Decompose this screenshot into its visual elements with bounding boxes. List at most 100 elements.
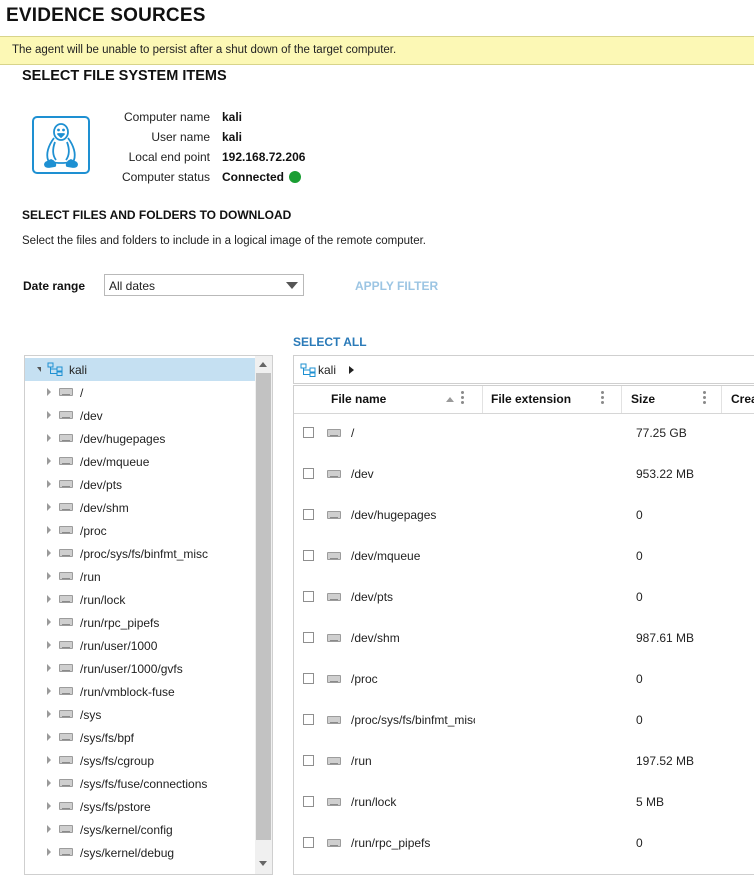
file-list-header: File name File extension Size Crea <box>294 386 754 414</box>
table-row[interactable]: /dev/hugepages 0 <box>294 495 754 536</box>
row-checkbox[interactable] <box>303 468 314 479</box>
computer-name-label: Computer name <box>123 110 210 124</box>
scroll-up-icon[interactable] <box>259 362 267 367</box>
expand-arrow-icon[interactable] <box>47 572 51 580</box>
tree-item[interactable]: /sys/fs/cgroup <box>25 749 255 772</box>
scroll-down-icon[interactable] <box>259 861 267 866</box>
column-divider <box>621 386 622 413</box>
expand-arrow-icon[interactable] <box>47 434 51 442</box>
row-checkbox[interactable] <box>303 550 314 561</box>
expand-arrow-icon[interactable] <box>47 388 51 396</box>
expand-arrow-icon[interactable] <box>47 687 51 695</box>
column-divider <box>482 386 483 413</box>
table-row[interactable]: /dev/mqueue 0 <box>294 536 754 577</box>
tree-item[interactable]: /run/user/1000 <box>25 634 255 657</box>
expand-arrow-icon[interactable] <box>47 664 51 672</box>
tree-item[interactable]: /dev/shm <box>25 496 255 519</box>
tree-item[interactable]: /proc <box>25 519 255 542</box>
chevron-down-icon <box>286 282 298 289</box>
table-row[interactable]: / 77.25 GB <box>294 413 754 454</box>
tree-item[interactable]: /run/user/1000/gvfs <box>25 657 255 680</box>
expand-arrow-icon[interactable] <box>47 641 51 649</box>
column-menu-icon[interactable] <box>461 391 464 407</box>
tree-root-label: kali <box>69 363 88 377</box>
expand-arrow-icon[interactable] <box>47 595 51 603</box>
expand-arrow-icon[interactable] <box>47 756 51 764</box>
tree-scrollbar[interactable] <box>255 356 272 874</box>
expand-arrow-icon[interactable] <box>37 367 41 372</box>
table-row[interactable]: /dev/pts 0 <box>294 577 754 618</box>
expand-arrow-icon[interactable] <box>47 549 51 557</box>
expand-arrow-icon[interactable] <box>47 802 51 810</box>
row-checkbox[interactable] <box>303 673 314 684</box>
tree-item-label: /run/vmblock-fuse <box>80 685 175 699</box>
row-checkbox[interactable] <box>303 427 314 438</box>
tree-item[interactable]: /proc/sys/fs/binfmt_misc <box>25 542 255 565</box>
table-row[interactable]: /proc 0 <box>294 659 754 700</box>
computer-status: Connected <box>222 170 302 184</box>
table-row[interactable]: /run/rpc_pipefs 0 <box>294 823 754 864</box>
file-size-cell: 0 <box>636 549 643 563</box>
table-row[interactable]: /proc/sys/fs/binfmt_misc 0 <box>294 700 754 741</box>
table-row[interactable]: /dev/shm 987.61 MB <box>294 618 754 659</box>
column-file-name[interactable]: File name <box>331 392 386 406</box>
column-menu-icon[interactable] <box>601 391 604 407</box>
row-checkbox[interactable] <box>303 632 314 643</box>
expand-arrow-icon[interactable] <box>47 733 51 741</box>
tree-item[interactable]: /sys <box>25 703 255 726</box>
network-tree-icon <box>47 362 63 376</box>
tree-item[interactable]: /run/lock <box>25 588 255 611</box>
column-size[interactable]: Size <box>631 392 655 406</box>
row-checkbox[interactable] <box>303 714 314 725</box>
expand-arrow-icon[interactable] <box>47 480 51 488</box>
tree-item[interactable]: /dev/pts <box>25 473 255 496</box>
row-checkbox[interactable] <box>303 796 314 807</box>
drive-icon <box>59 825 73 833</box>
tree-item[interactable]: /sys/fs/bpf <box>25 726 255 749</box>
tree-item[interactable]: /sys/fs/pstore <box>25 795 255 818</box>
select-all-link[interactable]: SELECT ALL <box>293 335 367 349</box>
drive-icon <box>59 733 73 741</box>
tree-item-label: /sys/fs/pstore <box>80 800 151 814</box>
table-row[interactable]: /run 197.52 MB <box>294 741 754 782</box>
tree-item[interactable]: /run <box>25 565 255 588</box>
column-menu-icon[interactable] <box>703 391 706 407</box>
tree-item-label: /run/lock <box>80 593 126 607</box>
table-row[interactable]: /run/lock 5 MB <box>294 782 754 823</box>
expand-arrow-icon[interactable] <box>47 779 51 787</box>
row-checkbox[interactable] <box>303 837 314 848</box>
file-size-cell: 197.52 MB <box>636 754 695 768</box>
column-created[interactable]: Crea <box>731 392 754 406</box>
tree-item[interactable]: /run/rpc_pipefs <box>25 611 255 634</box>
chevron-right-icon[interactable] <box>349 366 354 374</box>
tree-item[interactable]: /sys/kernel/debug <box>25 841 255 864</box>
tree-item[interactable]: /dev/mqueue <box>25 450 255 473</box>
expand-arrow-icon[interactable] <box>47 618 51 626</box>
tree-item[interactable]: /dev <box>25 404 255 427</box>
date-range-select[interactable]: All dates <box>104 274 304 296</box>
expand-arrow-icon[interactable] <box>47 848 51 856</box>
tree-item[interactable]: /sys/fs/fuse/connections <box>25 772 255 795</box>
apply-filter-button[interactable]: APPLY FILTER <box>355 279 438 293</box>
row-checkbox[interactable] <box>303 509 314 520</box>
row-checkbox[interactable] <box>303 755 314 766</box>
expand-arrow-icon[interactable] <box>47 411 51 419</box>
breadcrumb-item-kali[interactable]: kali <box>318 363 336 377</box>
tree-root-kali[interactable]: kali <box>25 358 255 381</box>
tree-item[interactable]: / <box>25 381 255 404</box>
expand-arrow-icon[interactable] <box>47 503 51 511</box>
row-checkbox[interactable] <box>303 591 314 602</box>
table-row[interactable]: /dev 953.22 MB <box>294 454 754 495</box>
tree-item[interactable]: /dev/hugepages <box>25 427 255 450</box>
expand-arrow-icon[interactable] <box>47 710 51 718</box>
tree-scrollbar-thumb[interactable] <box>256 373 271 840</box>
drive-icon <box>59 595 73 603</box>
drive-icon <box>59 848 73 856</box>
column-file-extension[interactable]: File extension <box>491 392 571 406</box>
tree-item[interactable]: /run/vmblock-fuse <box>25 680 255 703</box>
tree-item[interactable]: /sys/kernel/config <box>25 818 255 841</box>
linux-penguin-icon <box>32 116 90 174</box>
expand-arrow-icon[interactable] <box>47 825 51 833</box>
expand-arrow-icon[interactable] <box>47 526 51 534</box>
expand-arrow-icon[interactable] <box>47 457 51 465</box>
